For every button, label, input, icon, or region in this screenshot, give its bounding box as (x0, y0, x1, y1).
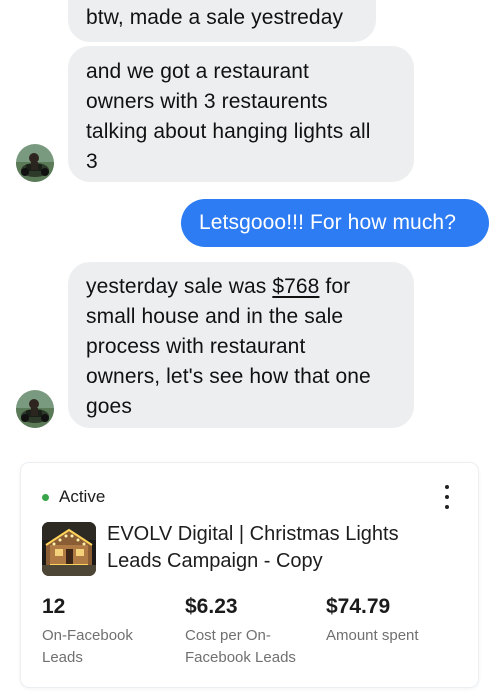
price-link[interactable]: $768 (272, 275, 319, 298)
metric-value: $74.79 (326, 595, 391, 618)
message-text: yesterday sale was (86, 275, 273, 298)
metric-value: 12 (42, 595, 66, 618)
menu-dot (445, 505, 449, 509)
metric-amount-spent: $74.79 Amount spent (326, 593, 446, 647)
message-bubble[interactable]: yesterday sale was $768 for small house … (68, 262, 414, 428)
metric-value: $6.23 (185, 595, 238, 618)
message-line: talking about hanging lights all (86, 120, 371, 143)
message-line: owners, let's see how that one (86, 365, 371, 388)
message-line: goes (86, 395, 132, 418)
campaign-thumbnail[interactable] (42, 522, 96, 576)
metric-label-line: Amount spent (326, 627, 419, 644)
campaign-status: Active (42, 487, 105, 507)
campaign-title[interactable]: EVOLV Digital | Christmas Lights Leads C… (107, 521, 447, 575)
menu-dot (445, 485, 449, 489)
contact-avatar[interactable] (16, 144, 54, 182)
active-status-dot-icon (42, 493, 49, 501)
metric-label-line: Facebook Leads (185, 649, 296, 666)
message-text: btw, made a sale yestreday (86, 6, 344, 29)
menu-dot (445, 495, 449, 499)
message-bubble[interactable]: Letsgooo!!! For how much? (181, 199, 489, 247)
campaign-title-line: EVOLV Digital | Christmas Lights (107, 523, 399, 545)
campaign-title-line: Leads Campaign - Copy (107, 550, 323, 572)
message-text: for (319, 275, 351, 298)
message-bubble[interactable]: btw, made a sale yestreday (68, 0, 376, 42)
contact-avatar[interactable] (16, 390, 54, 428)
message-line: small house and in the sale (86, 305, 344, 328)
more-options-icon[interactable] (442, 485, 452, 509)
message-line: yesterday sale was $768 for (86, 272, 400, 302)
message-line: owners with 3 restaurents (86, 90, 328, 113)
metric-label-line: On-Facebook (42, 627, 133, 644)
message-text: Letsgooo!!! For how much? (199, 211, 456, 234)
metric-leads: 12 On-Facebook Leads (42, 593, 162, 669)
status-label: Active (59, 487, 106, 506)
metric-label-line: Cost per On- (185, 627, 271, 644)
chat-thread: btw, made a sale yestreday and we got a … (0, 0, 500, 452)
metric-label-line: Leads (42, 649, 83, 666)
metric-cost-per-lead: $6.23 Cost per On- Facebook Leads (185, 593, 305, 669)
message-line: 3 (86, 150, 98, 173)
message-line: and we got a restaurant (86, 60, 309, 83)
message-line: process with restaurant (86, 335, 306, 358)
message-bubble[interactable]: and we got a restaurant owners with 3 re… (68, 46, 414, 182)
campaign-card[interactable]: Active EVOLV Digital | Christmas Lights … (21, 463, 478, 687)
